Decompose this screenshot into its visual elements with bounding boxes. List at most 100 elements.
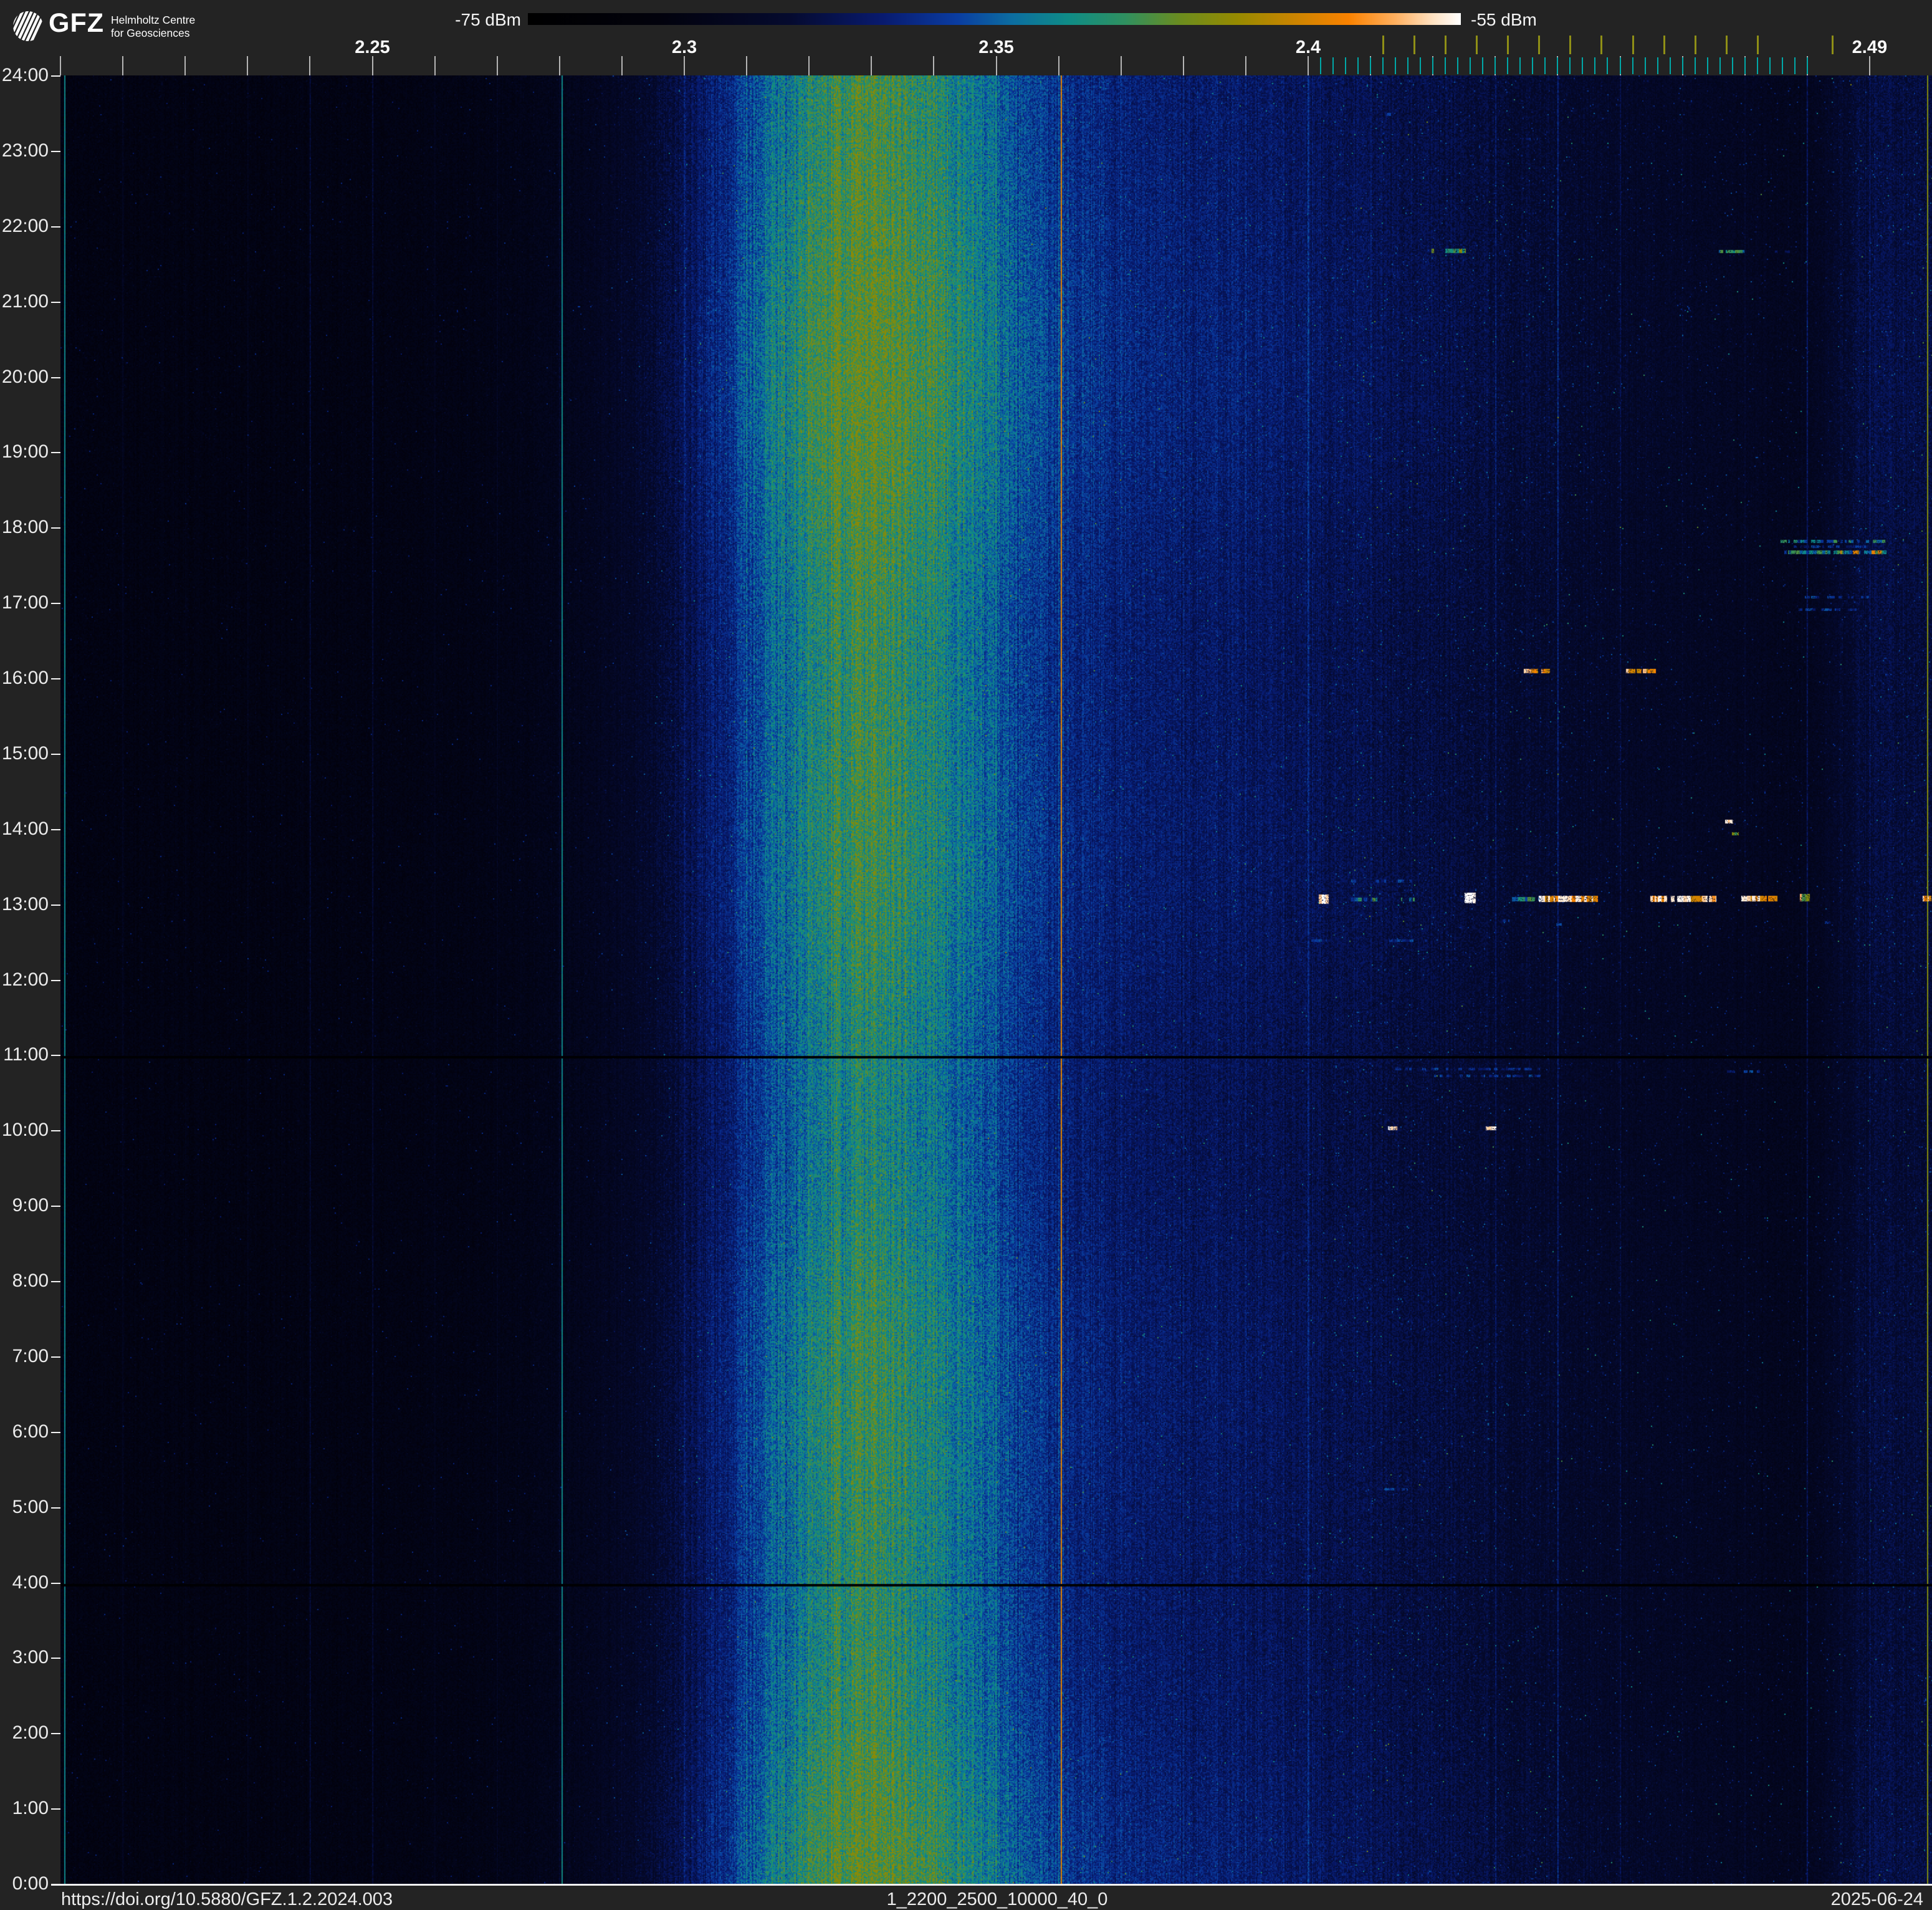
hour-label: 15:00 <box>1 743 49 764</box>
hour-gridline <box>51 1884 1932 1886</box>
hour-label: 10:00 <box>1 1120 49 1140</box>
freq-minor-tick <box>1868 56 1870 75</box>
freq-minor-tick <box>684 56 685 75</box>
date-text: 2025-06-24 <box>1830 1889 1923 1909</box>
bluetooth-channel-tick <box>1769 57 1771 74</box>
bluetooth-channel-tick <box>1432 57 1434 74</box>
bluetooth-channel-tick <box>1482 57 1484 74</box>
hour-label: 0:00 <box>12 1873 49 1894</box>
wifi-channel-tick <box>1538 36 1541 54</box>
wifi-channel-tick <box>1600 36 1603 54</box>
hour-label: 18:00 <box>1 517 49 537</box>
logo-acronym: GFZ <box>49 8 104 38</box>
hour-label: 20:00 <box>1 367 49 387</box>
freq-minor-tick <box>371 56 373 75</box>
freq-axis-label: 2.49 <box>1852 37 1888 57</box>
bluetooth-channel-tick <box>1694 57 1696 74</box>
bluetooth-channel-tick <box>1706 57 1708 74</box>
wifi-channel-tick <box>1382 36 1385 54</box>
hour-label: 16:00 <box>1 668 49 688</box>
bluetooth-channel-tick <box>1494 57 1496 74</box>
freq-minor-tick <box>247 56 249 75</box>
bluetooth-channel-tick <box>1345 57 1347 74</box>
freq-minor-tick <box>184 56 186 75</box>
colorbar-max-label: -55 dBm <box>1471 10 1537 29</box>
hour-label: 3:00 <box>12 1647 49 1668</box>
hour-label: 17:00 <box>1 592 49 613</box>
wifi-channel-tick <box>1725 36 1728 54</box>
freq-minor-tick <box>309 56 311 75</box>
freq-minor-tick <box>60 56 61 75</box>
bluetooth-channel-tick <box>1457 57 1459 74</box>
bluetooth-channel-tick <box>1681 57 1683 74</box>
freq-minor-tick <box>1308 56 1309 75</box>
hour-label: 4:00 <box>12 1572 49 1593</box>
bluetooth-channel-tick <box>1756 57 1758 74</box>
wifi-channel-tick <box>1476 36 1478 54</box>
bluetooth-channel-tick <box>1507 57 1509 74</box>
logo-tagline-line2: for Geosciences <box>111 27 190 39</box>
bluetooth-channel-tick <box>1644 57 1646 74</box>
freq-minor-tick <box>995 56 997 75</box>
freq-minor-tick <box>1245 56 1246 75</box>
hour-label: 22:00 <box>1 216 49 236</box>
wifi-channel-tick <box>1756 36 1759 54</box>
bluetooth-channel-tick <box>1532 57 1534 74</box>
bluetooth-channel-tick <box>1569 57 1571 74</box>
freq-minor-tick <box>808 56 810 75</box>
bluetooth-channel-tick <box>1657 57 1658 74</box>
freq-minor-tick <box>122 56 124 75</box>
bluetooth-channel-tick <box>1619 57 1621 74</box>
bluetooth-channel-tick <box>1781 57 1783 74</box>
logo-tagline: Helmholtz Centre for Geosciences <box>111 14 195 40</box>
freq-minor-tick <box>434 56 436 75</box>
bluetooth-channel-tick <box>1669 57 1671 74</box>
bluetooth-channel-tick <box>1320 57 1322 74</box>
spectrogram-canvas <box>60 75 1932 1884</box>
bluetooth-channel-tick <box>1470 57 1471 74</box>
wifi-channel-tick <box>1445 36 1447 54</box>
bluetooth-channel-tick <box>1731 57 1733 74</box>
wifi-channel-tick <box>1694 36 1696 54</box>
bluetooth-channel-tick <box>1719 57 1721 74</box>
freq-axis-label: 2.35 <box>978 37 1014 57</box>
colorbar-min-label: -75 dBm <box>455 10 521 29</box>
bluetooth-channel-tick <box>1806 57 1808 74</box>
wifi-channel-tick <box>1507 36 1509 54</box>
freq-minor-tick <box>1182 56 1184 75</box>
bluetooth-channel-tick <box>1594 57 1596 74</box>
wifi-channel-tick <box>1831 36 1834 54</box>
freq-minor-tick <box>558 56 560 75</box>
bluetooth-channel-tick <box>1632 57 1633 74</box>
bluetooth-channel-tick <box>1582 57 1584 74</box>
bluetooth-channel-tick <box>1382 57 1384 74</box>
freq-axis-label: 2.25 <box>355 37 390 57</box>
dataset-id-text: 1_2200_2500_10000_40_0 <box>886 1889 1108 1909</box>
hour-label: 6:00 <box>12 1421 49 1442</box>
gfz-globe-icon <box>13 11 43 41</box>
hour-label: 12:00 <box>1 969 49 990</box>
freq-minor-tick <box>746 56 748 75</box>
bluetooth-channel-tick <box>1370 57 1372 74</box>
freq-axis-label: 2.3 <box>671 37 697 57</box>
doi-text: https://doi.org/10.5880/GFZ.1.2.2024.003 <box>61 1889 393 1909</box>
hour-label: 9:00 <box>12 1195 49 1216</box>
hour-label: 23:00 <box>1 140 49 161</box>
bluetooth-channel-tick <box>1332 57 1334 74</box>
freq-axis-label: 2.4 <box>1295 37 1321 57</box>
bluetooth-channel-tick <box>1420 57 1422 74</box>
freq-minor-tick <box>496 56 498 75</box>
bluetooth-channel-tick <box>1407 57 1409 74</box>
bluetooth-channel-tick <box>1357 57 1359 74</box>
hour-label: 11:00 <box>3 1044 49 1065</box>
wifi-channel-tick <box>1413 36 1416 54</box>
bluetooth-channel-tick <box>1607 57 1609 74</box>
hour-label: 19:00 <box>1 441 49 462</box>
freq-minor-tick <box>621 56 623 75</box>
freq-minor-tick <box>871 56 873 75</box>
bluetooth-channel-tick <box>1744 57 1746 74</box>
freq-minor-tick <box>1120 56 1122 75</box>
freq-minor-tick <box>933 56 935 75</box>
bluetooth-channel-tick <box>1557 57 1559 74</box>
hour-label: 14:00 <box>1 818 49 839</box>
